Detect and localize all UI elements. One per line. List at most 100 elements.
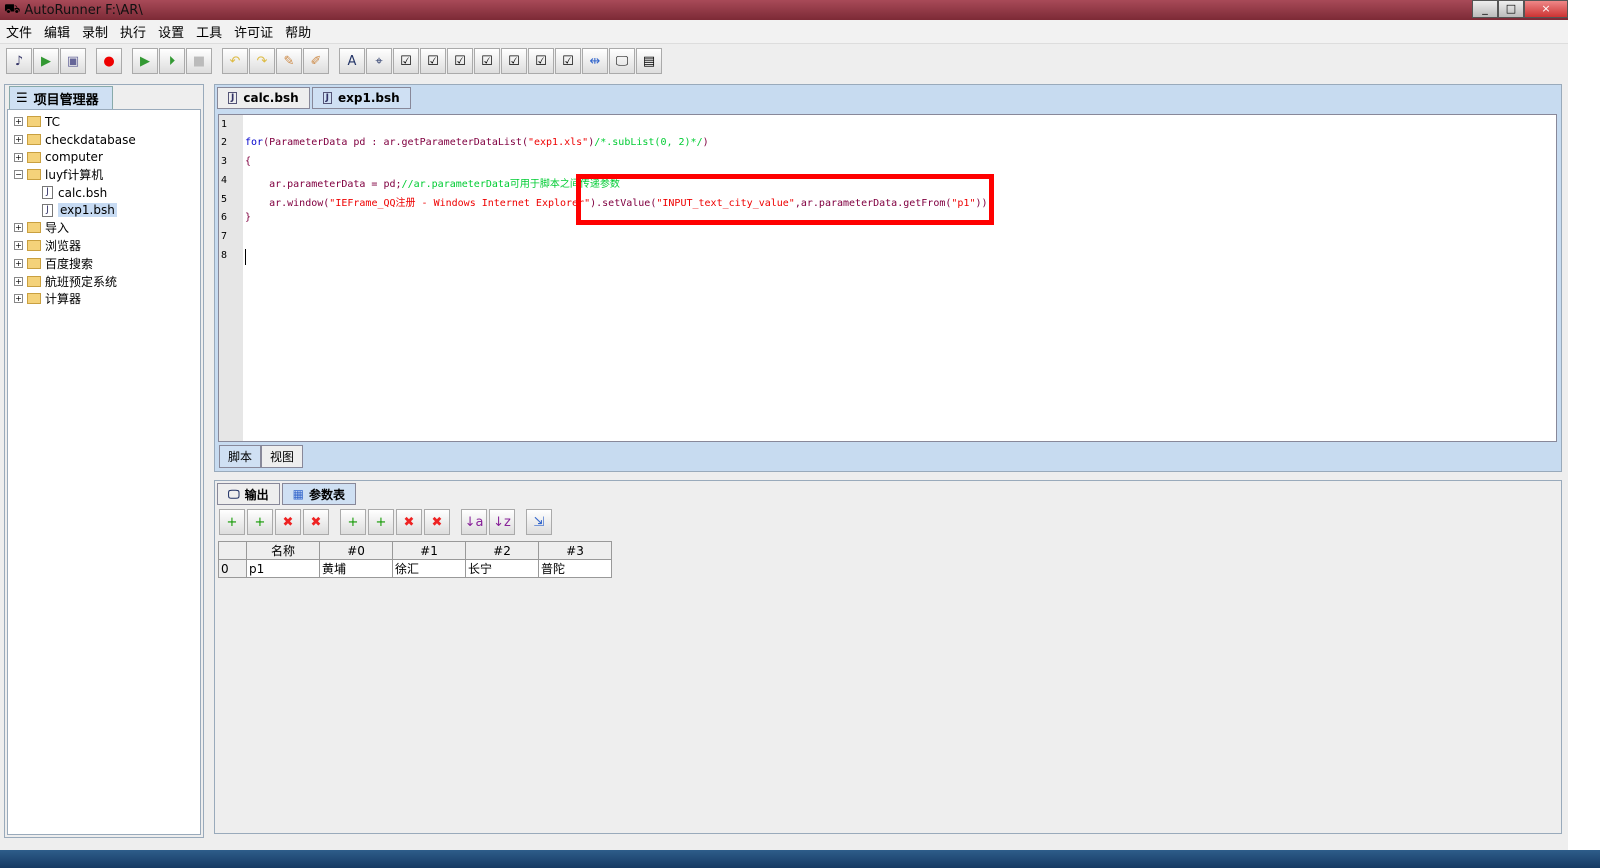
delete-all-columns-icon[interactable]: ✖: [303, 509, 329, 535]
tree-node[interactable]: − luyf计算机: [8, 166, 200, 184]
import-data-icon[interactable]: ⇲: [526, 509, 552, 535]
text-icon[interactable]: A: [339, 48, 365, 74]
tab-output[interactable]: 🖵 输出: [217, 483, 280, 505]
expand-icon[interactable]: +: [14, 152, 23, 162]
row-header-corner: [218, 541, 247, 560]
save-icon[interactable]: ▣: [60, 48, 86, 74]
redo-icon[interactable]: ↷: [249, 48, 275, 74]
expand-icon[interactable]: +: [14, 135, 23, 145]
delete-column-icon[interactable]: ✖: [275, 509, 301, 535]
monitor-icon[interactable]: 🖵: [609, 48, 635, 74]
maximize-button[interactable]: □: [1498, 0, 1524, 18]
add-row-below-icon[interactable]: +: [368, 509, 394, 535]
new-script-icon[interactable]: ♪: [6, 48, 32, 74]
line-number: 3: [221, 156, 228, 167]
checkpoint-icon[interactable]: ☑: [474, 48, 500, 74]
tree-node[interactable]: + 百度搜索: [8, 255, 200, 273]
add-column-left-icon[interactable]: +: [219, 509, 245, 535]
table-cell[interactable]: p1: [246, 559, 320, 578]
expand-icon[interactable]: +: [14, 258, 23, 268]
tab-exp1-bsh[interactable]: Jexp1.bsh: [311, 87, 411, 109]
highlight-icon[interactable]: ✎: [276, 48, 302, 74]
sort-descending-icon[interactable]: ↓z: [489, 509, 515, 535]
tree-icon: ☰: [16, 90, 28, 106]
run-step-icon[interactable]: ⏵: [159, 48, 185, 74]
table-cell[interactable]: 普陀: [538, 559, 612, 578]
node-label: luyf计算机: [45, 168, 104, 183]
expand-icon[interactable]: +: [14, 223, 23, 233]
table-cell[interactable]: 长宁: [465, 559, 539, 578]
menu-record[interactable]: 录制: [82, 22, 108, 41]
tab-calc-bsh[interactable]: Jcalc.bsh: [217, 87, 310, 109]
delete-row-icon[interactable]: ✖: [396, 509, 422, 535]
menu-help[interactable]: 帮助: [285, 22, 311, 41]
menu-tools[interactable]: 工具: [196, 22, 222, 41]
script-file-icon: J: [42, 186, 53, 200]
tree-node[interactable]: + 浏览器: [8, 237, 200, 255]
folder-icon: [27, 134, 41, 146]
code-editor[interactable]: 1 2 3 4 5 6 7 8 for(ParameterData pd : a…: [218, 114, 1557, 442]
tree-node[interactable]: + 导入: [8, 219, 200, 237]
record-icon[interactable]: ●: [96, 48, 122, 74]
node-label: 航班预定系统: [45, 274, 118, 289]
tree-node[interactable]: + 航班预定系统: [8, 272, 200, 290]
tab-label: 项目管理器: [33, 92, 99, 108]
column-header[interactable]: #2: [465, 541, 539, 560]
add-column-right-icon[interactable]: +: [247, 509, 273, 535]
sort-ascending-icon[interactable]: ↓a: [461, 509, 487, 535]
app-icon: ⛟: [4, 1, 21, 17]
magic-icon[interactable]: ✐: [303, 48, 329, 74]
title-bar: ⛟ AutoRunner F:\AR\ _ □ ×: [0, 0, 1568, 20]
menu-run[interactable]: 执行: [120, 22, 146, 41]
expand-icon[interactable]: +: [14, 276, 23, 286]
line-number: 8: [221, 250, 228, 261]
menu-edit[interactable]: 编辑: [44, 22, 70, 41]
collapse-icon[interactable]: −: [14, 170, 23, 180]
tab-project-manager[interactable]: ☰ 项目管理器: [9, 86, 113, 110]
line-number: 7: [221, 231, 228, 242]
tree-node-selected[interactable]: Jexp1.bsh: [8, 201, 200, 219]
checkpoint-icon[interactable]: ☑: [528, 48, 554, 74]
stop-icon[interactable]: ■: [186, 48, 212, 74]
undo-icon[interactable]: ↶: [222, 48, 248, 74]
checkpoint-icon[interactable]: ☑: [501, 48, 527, 74]
minimize-button[interactable]: _: [1472, 0, 1498, 18]
tab-parameter-table[interactable]: ▦ 参数表: [281, 483, 356, 505]
tree-node[interactable]: + 计算器: [8, 290, 200, 308]
checkpoint-icon[interactable]: ☑: [420, 48, 446, 74]
expand-icon[interactable]: +: [14, 117, 23, 127]
add-row-above-icon[interactable]: +: [340, 509, 366, 535]
checkpoint-icon[interactable]: ☑: [393, 48, 419, 74]
expand-icon[interactable]: +: [14, 241, 23, 251]
column-header[interactable]: #0: [319, 541, 393, 560]
checkpoint-icon[interactable]: ☑: [447, 48, 473, 74]
column-header[interactable]: #3: [538, 541, 612, 560]
checkpoint-icon[interactable]: ☑: [555, 48, 581, 74]
close-button[interactable]: ×: [1524, 0, 1568, 18]
tab-view[interactable]: 视图: [261, 445, 304, 468]
tree-node[interactable]: Jcalc.bsh: [8, 184, 200, 202]
column-header[interactable]: #1: [392, 541, 466, 560]
split-icon[interactable]: ⇹: [582, 48, 608, 74]
menu-settings[interactable]: 设置: [158, 22, 184, 41]
tree-node[interactable]: + TC: [8, 113, 200, 131]
table-cell[interactable]: 徐汇: [392, 559, 466, 578]
column-header[interactable]: 名称: [246, 541, 320, 560]
tab-script[interactable]: 脚本: [219, 445, 262, 468]
tab-label: exp1.bsh: [338, 91, 400, 105]
folder-icon: [27, 293, 41, 305]
menu-file[interactable]: 文件: [6, 22, 32, 41]
table-cell[interactable]: 黄埔: [319, 559, 393, 578]
folder-icon: [27, 116, 41, 128]
expand-icon[interactable]: +: [14, 294, 23, 304]
tree-node[interactable]: + computer: [8, 148, 200, 166]
line-number: 4: [221, 175, 228, 186]
run-icon[interactable]: ▶: [132, 48, 158, 74]
tree-node[interactable]: + checkdatabase: [8, 131, 200, 149]
object-icon[interactable]: ⌖: [366, 48, 392, 74]
delete-all-rows-icon[interactable]: ✖: [424, 509, 450, 535]
import-icon[interactable]: ▶: [33, 48, 59, 74]
menu-license[interactable]: 许可证: [234, 22, 273, 41]
main-toolbar: ♪ ▶ ▣ ● ▶ ⏵ ■ ↶ ↷ ✎ ✐ A ⌖ ☑ ☑ ☑ ☑ ☑ ☑ ☑ …: [0, 44, 1568, 78]
report-icon[interactable]: ▤: [636, 48, 662, 74]
